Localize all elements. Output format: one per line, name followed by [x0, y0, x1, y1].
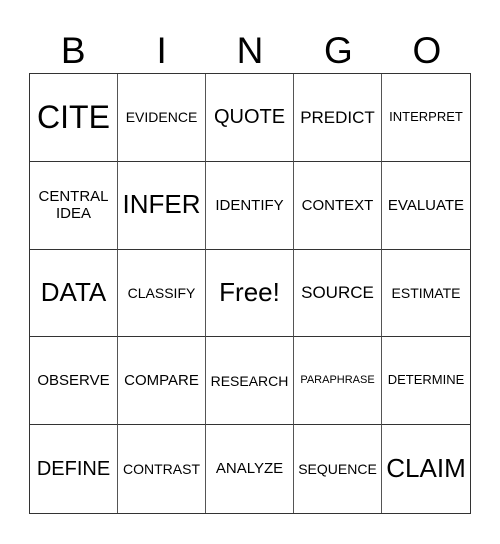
header-letter-i: I [156, 30, 167, 71]
bingo-cell[interactable]: INTERPRET [382, 74, 470, 162]
header-letter-o: O [412, 30, 442, 71]
bingo-cell[interactable]: ANALYZE [206, 425, 294, 513]
header-letter-g: G [324, 30, 353, 71]
bingo-cell[interactable]: EVALUATE [382, 162, 470, 250]
bingo-cell[interactable]: QUOTE [206, 74, 294, 162]
bingo-cell[interactable]: IDENTIFY [206, 161, 294, 250]
bingo-cell[interactable]: DATA [30, 249, 118, 338]
bingo-cell[interactable]: SOURCE [294, 249, 382, 338]
bingo-cell[interactable]: SEQUENCE [294, 425, 382, 513]
bingo-cell[interactable]: CITE [30, 74, 118, 162]
bingo-cell[interactable]: PREDICT [294, 74, 382, 162]
bingo-cell[interactable]: CLASSIFY [118, 249, 206, 338]
bingo-cell[interactable]: CENTRAL IDEA [30, 161, 118, 250]
bingo-header: B I N G O [29, 30, 471, 72]
header-letter-b: B [60, 30, 86, 71]
bingo-cell[interactable]: EVIDENCE [118, 74, 206, 162]
bingo-cell[interactable]: OBSERVE [30, 337, 118, 426]
bingo-cell[interactable]: RESEARCH [206, 337, 294, 426]
bingo-cell[interactable]: DEFINE [30, 425, 118, 513]
bingo-card-grid: CITE EVIDENCE QUOTE PREDICT INTERPRET CE… [29, 73, 471, 514]
bingo-cell[interactable]: CLAIM [382, 425, 470, 513]
bingo-cell[interactable]: PARAPHRASE [294, 337, 382, 426]
bingo-cell[interactable]: INFER [118, 161, 206, 250]
bingo-cell[interactable]: DETERMINE [382, 337, 470, 426]
bingo-cell[interactable]: CONTEXT [294, 161, 382, 250]
header-letter-n: N [236, 30, 264, 71]
bingo-cell[interactable]: CONTRAST [118, 425, 206, 513]
bingo-cell[interactable]: ESTIMATE [382, 250, 470, 338]
free-space-cell[interactable]: Free! [206, 249, 294, 338]
bingo-cell[interactable]: COMPARE [118, 337, 206, 426]
